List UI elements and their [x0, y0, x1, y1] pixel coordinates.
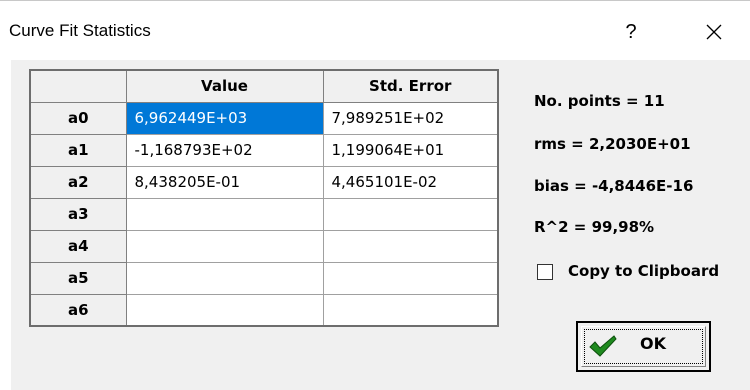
table-row: a6	[29, 293, 499, 327]
table-row: a0 6,962449E+03 7,989251E+02	[29, 101, 499, 135]
table-row: a3	[29, 197, 499, 231]
table-row: a2 8,438205E-01 4,465101E-02	[29, 165, 499, 199]
table-header-row: Value Std. Error	[29, 69, 499, 103]
value-cell-a0[interactable]: 6,962449E+03	[125, 101, 324, 135]
close-icon	[706, 24, 722, 40]
dialog-client-area: Value Std. Error a0 6,962449E+03 7,98925…	[11, 60, 750, 390]
value-cell-a6[interactable]	[125, 293, 324, 327]
std-error-cell-a1[interactable]: 1,199064E+01	[322, 133, 499, 167]
table-row: a1 -1,168793E+02 1,199064E+01	[29, 133, 499, 167]
ok-button[interactable]: OK	[576, 321, 711, 372]
std-error-cell-a2[interactable]: 4,465101E-02	[322, 165, 499, 199]
row-header-a0[interactable]: a0	[29, 101, 127, 135]
row-header-a1[interactable]: a1	[29, 133, 127, 167]
stat-rms: rms = 2,2030E+01	[534, 135, 691, 153]
value-cell-a3[interactable]	[125, 197, 324, 231]
table-row: a5	[29, 261, 499, 295]
stat-r-squared: R^2 = 99,98%	[534, 218, 655, 236]
coefficients-table: Value Std. Error a0 6,962449E+03 7,98925…	[29, 69, 499, 327]
std-error-cell-a5[interactable]	[322, 261, 499, 295]
close-button[interactable]	[694, 15, 734, 49]
column-header-value[interactable]: Value	[125, 69, 324, 103]
title-bar: Curve Fit Statistics ?	[0, 0, 750, 60]
std-error-cell-a4[interactable]	[322, 229, 499, 263]
window-title: Curve Fit Statistics	[9, 21, 151, 40]
value-cell-a5[interactable]	[125, 261, 324, 295]
row-header-a5[interactable]: a5	[29, 261, 127, 295]
stat-num-points: No. points = 11	[534, 92, 665, 110]
row-header-a3[interactable]: a3	[29, 197, 127, 231]
table-corner-cell	[29, 69, 127, 103]
table-row: a4	[29, 229, 499, 263]
value-cell-a1[interactable]: -1,168793E+02	[125, 133, 324, 167]
value-cell-a4[interactable]	[125, 229, 324, 263]
checkmark-icon	[589, 335, 617, 357]
row-header-a6[interactable]: a6	[29, 293, 127, 327]
row-header-a4[interactable]: a4	[29, 229, 127, 263]
stat-bias: bias = -4,8446E-16	[534, 177, 694, 195]
value-cell-a2[interactable]: 8,438205E-01	[125, 165, 324, 199]
help-button[interactable]: ?	[616, 15, 646, 49]
column-header-std-error[interactable]: Std. Error	[322, 69, 499, 103]
ok-button-label: OK	[640, 334, 666, 353]
copy-to-clipboard-checkbox[interactable]	[537, 264, 553, 280]
std-error-cell-a3[interactable]	[322, 197, 499, 231]
std-error-cell-a0[interactable]: 7,989251E+02	[322, 101, 499, 135]
curve-fit-statistics-dialog: Curve Fit Statistics ? Value Std. Error …	[0, 0, 750, 390]
row-header-a2[interactable]: a2	[29, 165, 127, 199]
copy-to-clipboard-label[interactable]: Copy to Clipboard	[568, 262, 719, 280]
std-error-cell-a6[interactable]	[322, 293, 499, 327]
